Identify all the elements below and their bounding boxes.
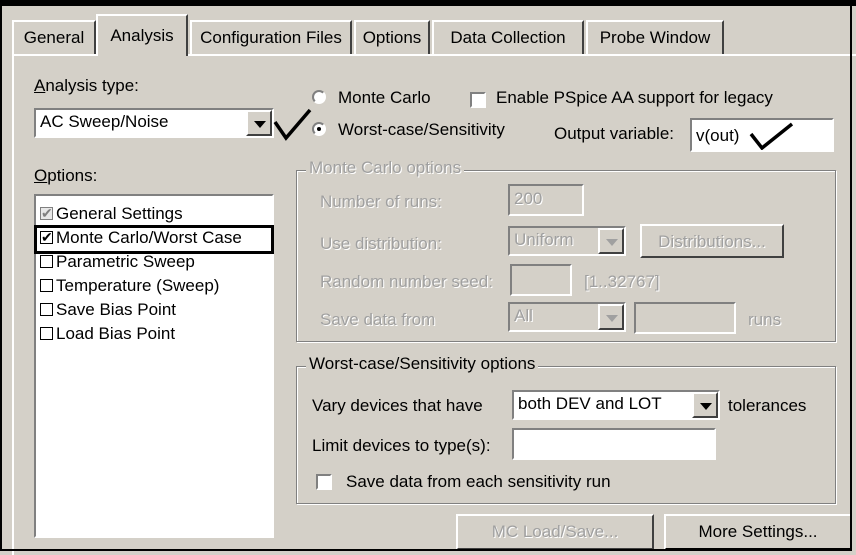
- tab-analysis-label: Analysis: [110, 26, 174, 45]
- window-frame: [0, 0, 852, 551]
- tab-analysis[interactable]: Analysis: [96, 14, 188, 56]
